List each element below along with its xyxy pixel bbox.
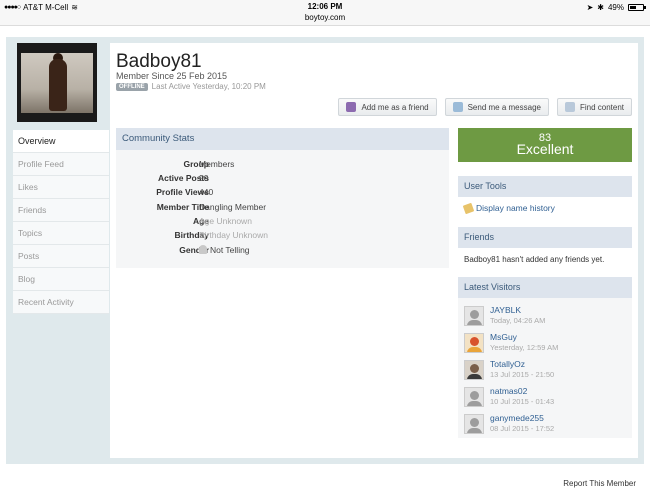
display-name-history-label: Display name history (476, 203, 555, 213)
tab-profile-feed[interactable]: Profile Feed (13, 153, 109, 176)
friends-title: Friends (458, 227, 632, 248)
visitor-avatar[interactable] (464, 387, 484, 407)
reputation-badge: 83 Excellent (458, 128, 632, 162)
stat-value-gender: Not Telling (199, 245, 250, 255)
report-member-link[interactable]: Report This Member (563, 479, 636, 488)
stat-row-profile-views: Profile Views 440 (116, 187, 449, 201)
community-stats: Community Stats Group Members Active Pos… (116, 128, 449, 268)
document-search-icon (564, 102, 575, 112)
send-message-button[interactable]: Send me a message (444, 98, 549, 116)
pencil-icon (462, 202, 475, 214)
tab-topics[interactable]: Topics (13, 222, 109, 245)
display-name-history-link[interactable]: Display name history (462, 202, 555, 214)
bluetooth-icon: ✱ (597, 3, 604, 12)
page-title: Badboy81 (116, 51, 202, 72)
visitor-time: 10 Jul 2015 - 01:43 (490, 397, 555, 406)
status-bar: ●●●●○ AT&T M-Cell ≋ 12:06 PM boytoy.com … (0, 0, 650, 26)
tab-friends[interactable]: Friends (13, 199, 109, 222)
add-friend-label: Add me as a friend (361, 102, 429, 112)
tab-overview[interactable]: Overview (13, 130, 109, 153)
profile-nav: Overview Profile Feed Likes Friends Topi… (13, 130, 109, 314)
stat-value: 90 (199, 173, 209, 183)
visitor-name[interactable]: TotallyOz (490, 359, 525, 369)
find-content-label: Find content (579, 102, 624, 112)
visitor-time: Today, 04:26 AM (490, 316, 546, 325)
community-stats-title: Community Stats (116, 128, 449, 150)
stat-row-age: Age Age Unknown (116, 216, 449, 230)
stat-row-birthday: Birthday Birthday Unknown (116, 230, 449, 244)
visitor-time: 08 Jul 2015 - 17:52 (490, 424, 555, 433)
stat-value: Age Unknown (199, 216, 252, 226)
visitor-time: Yesterday, 12:59 AM (490, 343, 559, 352)
tab-posts[interactable]: Posts (13, 245, 109, 268)
send-message-label: Send me a message (467, 102, 541, 112)
stat-row-active-posts: Active Posts 90 (116, 173, 449, 187)
stat-row-gender: Gender Not Telling (116, 245, 449, 259)
address-bar[interactable]: boytoy.com (0, 13, 650, 22)
battery-percent: 49% (607, 3, 624, 12)
stat-value: Birthday Unknown (199, 230, 268, 240)
visitor-name[interactable]: MsGuy (490, 332, 517, 342)
visitor-avatar[interactable] (464, 306, 484, 326)
add-friend-button[interactable]: Add me as a friend (338, 98, 437, 116)
visitor-time: 13 Jul 2015 - 21:50 (490, 370, 555, 379)
add-user-icon (346, 102, 357, 112)
clock: 12:06 PM (307, 2, 343, 11)
stat-value: 440 (199, 187, 214, 197)
stat-value: Members (199, 159, 235, 169)
visitor-avatar[interactable] (464, 333, 484, 353)
battery-icon (628, 4, 646, 11)
gender-unknown-icon (199, 245, 207, 254)
member-since: Member Since 25 Feb 2015 (116, 71, 228, 81)
profile-actions: Add me as a friend Send me a message Fin… (338, 98, 632, 116)
envelope-icon (452, 102, 463, 112)
stat-row-group: Group Members (116, 159, 449, 173)
reputation-label: Excellent (516, 141, 574, 157)
status-line: OFFLINE Last Active Yesterday, 10:20 PM (116, 82, 266, 91)
status-icons: ➤ ✱ 49% (586, 3, 646, 12)
find-content-button[interactable]: Find content (556, 98, 632, 116)
tab-blog[interactable]: Blog (13, 268, 109, 291)
tab-recent-activity[interactable]: Recent Activity (13, 291, 109, 314)
status-badge: OFFLINE (116, 82, 148, 91)
visitor-avatar[interactable] (464, 360, 484, 380)
friends-empty-text: Badboy81 hasn't added any friends yet. (464, 255, 605, 264)
latest-visitors-title: Latest Visitors (458, 277, 632, 298)
stat-value: Dangling Member (199, 202, 267, 212)
last-active: Last Active Yesterday, 10:20 PM (151, 82, 266, 91)
battery-level (630, 6, 636, 9)
visitor-name[interactable]: JAYBLK (490, 305, 521, 315)
gender-text: Not Telling (210, 245, 250, 255)
location-icon: ➤ (586, 3, 594, 12)
visitor-name[interactable]: ganymede255 (490, 413, 544, 423)
avatar[interactable] (17, 43, 97, 122)
tab-likes[interactable]: Likes (13, 176, 109, 199)
user-tools-title: User Tools (458, 176, 632, 197)
visitor-name[interactable]: natmas02 (490, 386, 527, 396)
visitor-avatar[interactable] (464, 414, 484, 434)
stat-row-member-title: Member Title Dangling Member (116, 202, 449, 216)
avatar-figure (49, 59, 67, 111)
